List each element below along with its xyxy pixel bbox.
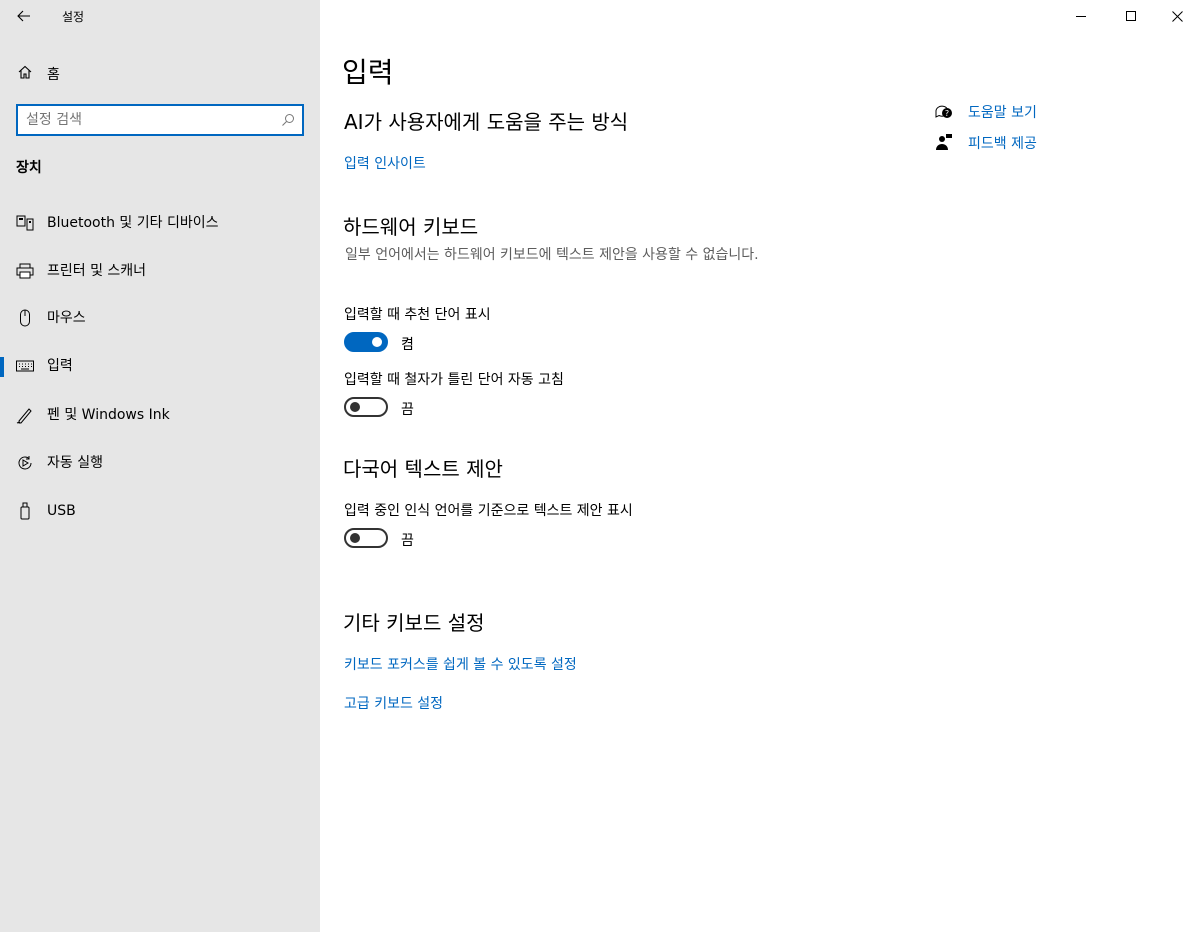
sidebar: 설정 홈 장치 Bluetooth 및 기타 디바이스 프린터 및 스캐너 마우…	[0, 0, 320, 932]
search-icon	[280, 112, 296, 128]
printer-icon	[16, 262, 34, 280]
maximize-icon[interactable]	[1108, 0, 1154, 32]
autoplay-icon	[16, 454, 34, 472]
sidebar-item-pen[interactable]: 펜 및 Windows Ink	[0, 396, 320, 436]
toggle-knob	[350, 402, 360, 412]
help-chat-icon: ?	[933, 101, 955, 121]
multilingual-toggle[interactable]	[344, 528, 388, 548]
multilingual-state: 끔	[401, 533, 414, 549]
autocorrect-state: 끔	[401, 402, 414, 418]
multilingual-title: 다국어 텍스트 제안	[343, 457, 503, 481]
usb-icon	[16, 502, 34, 520]
ai-section-title: AI가 사용자에게 도움을 주는 방식	[344, 110, 629, 134]
sidebar-item-label: USB	[47, 503, 76, 519]
close-icon[interactable]	[1154, 0, 1200, 32]
svg-text:?: ?	[945, 109, 949, 118]
keyboard-focus-link[interactable]: 키보드 포커스를 쉽게 볼 수 있도록 설정	[344, 654, 577, 674]
other-settings-title: 기타 키보드 설정	[343, 611, 485, 635]
typing-insights-link[interactable]: 입력 인사이트	[344, 153, 426, 173]
sidebar-item-bluetooth[interactable]: Bluetooth 및 기타 디바이스	[0, 204, 320, 244]
suggestions-option-label: 입력할 때 추천 단어 표시	[344, 307, 491, 323]
toggle-knob	[372, 337, 382, 347]
sidebar-item-mouse[interactable]: 마우스	[0, 299, 320, 339]
autocorrect-toggle[interactable]	[344, 397, 388, 417]
suggestions-toggle[interactable]	[344, 332, 388, 352]
sidebar-item-label: Bluetooth 및 기타 디바이스	[47, 215, 219, 231]
give-feedback-link[interactable]: 피드백 제공	[968, 133, 1037, 153]
sidebar-item-label: 펜 및 Windows Ink	[47, 407, 170, 423]
hardware-keyboard-title: 하드웨어 키보드	[343, 215, 479, 239]
home-label: 홈	[47, 67, 60, 83]
search-box[interactable]	[16, 104, 304, 136]
sidebar-item-label: 입력	[47, 358, 73, 374]
toggle-knob	[350, 533, 360, 543]
search-input[interactable]	[26, 110, 266, 130]
category-heading: 장치	[16, 160, 42, 176]
advanced-keyboard-link[interactable]: 고급 키보드 설정	[344, 693, 443, 713]
suggestions-state: 켬	[401, 337, 414, 353]
sidebar-item-printers[interactable]: 프린터 및 스캐너	[0, 252, 320, 292]
bluetooth-devices-icon	[16, 214, 34, 232]
keyboard-icon	[16, 357, 34, 375]
selected-indicator	[0, 357, 4, 377]
mouse-icon	[16, 309, 34, 327]
sidebar-item-usb[interactable]: USB	[0, 492, 320, 532]
sidebar-item-label: 자동 실행	[47, 455, 103, 471]
window-title: 설정	[62, 10, 85, 24]
minimize-icon[interactable]	[1058, 0, 1104, 32]
sidebar-item-typing[interactable]: 입력	[0, 347, 320, 387]
pen-icon	[16, 406, 34, 424]
feedback-person-icon	[933, 132, 955, 152]
home-icon	[16, 63, 34, 81]
hardware-keyboard-description: 일부 언어에서는 하드웨어 키보드에 텍스트 제안을 사용할 수 없습니다.	[345, 247, 759, 263]
sidebar-item-autoplay[interactable]: 자동 실행	[0, 444, 320, 484]
sidebar-item-label: 마우스	[47, 310, 86, 326]
back-arrow-icon[interactable]	[14, 6, 34, 26]
autocorrect-option-label: 입력할 때 철자가 틀린 단어 자동 고침	[344, 372, 564, 388]
multilingual-option-label: 입력 중인 인식 언어를 기준으로 텍스트 제안 표시	[344, 503, 633, 519]
main-content: 입력 AI가 사용자에게 도움을 주는 방식 입력 인사이트 하드웨어 키보드 …	[320, 0, 1200, 932]
get-help-link[interactable]: 도움말 보기	[968, 102, 1037, 122]
sidebar-item-label: 프린터 및 스캐너	[47, 263, 147, 279]
page-title: 입력	[342, 56, 394, 89]
home-nav-item[interactable]: 홈	[0, 58, 320, 88]
